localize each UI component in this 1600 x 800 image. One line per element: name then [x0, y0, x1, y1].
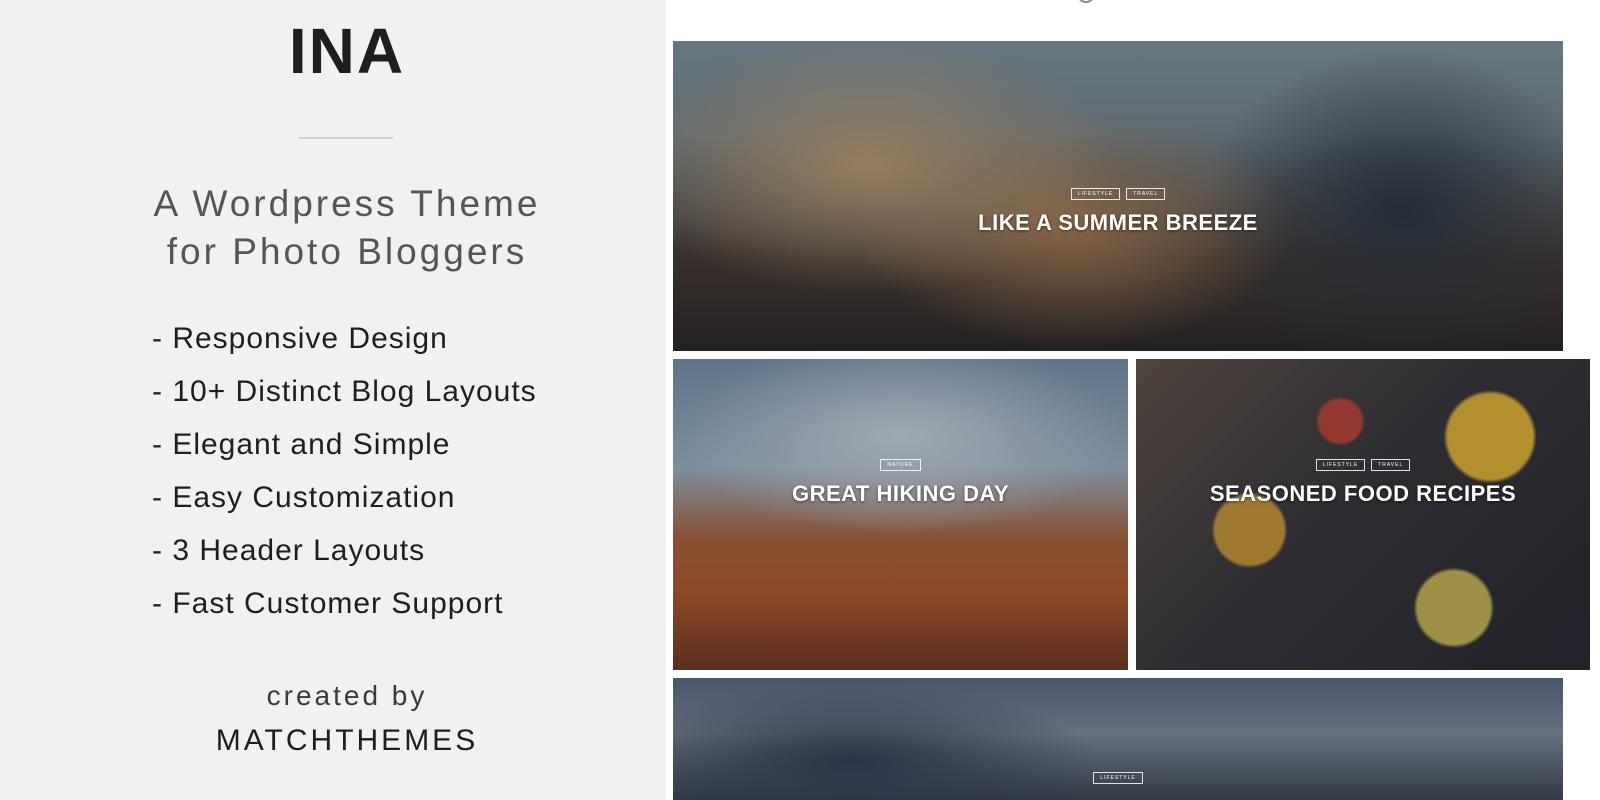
post-tag[interactable]: NATURE	[880, 459, 921, 471]
tagline-line-1: A Wordpress Theme	[153, 183, 541, 224]
feature-list: - Responsive Design - 10+ Distinct Blog …	[152, 312, 537, 630]
post-card[interactable]: NATURE GREAT HIKING DAY	[673, 359, 1128, 670]
feature-item: - Fast Customer Support	[152, 587, 504, 620]
post-meta: NATURE GREAT HIKING DAY	[673, 459, 1128, 507]
post-tag[interactable]: LIFESTYLE	[1093, 772, 1143, 784]
post-meta: LIFESTYLE	[673, 772, 1563, 784]
feature-item: - Easy Customization	[152, 481, 456, 514]
post-meta: LIFESTYLE TRAVEL LIKE A SUMMER BREEZE	[673, 188, 1563, 236]
post-title[interactable]: LIKE A SUMMER BREEZE	[673, 210, 1563, 236]
credit-label: created by	[266, 680, 428, 711]
feature-item: - Elegant and Simple	[152, 428, 451, 461]
post-title[interactable]: GREAT HIKING DAY	[673, 481, 1128, 507]
post-tags: NATURE	[673, 459, 1128, 471]
feature-item: - 10+ Distinct Blog Layouts	[152, 375, 537, 408]
post-card[interactable]: LIFESTYLE TRAVEL LIKE A SUMMER BREEZE	[673, 41, 1563, 351]
credit-name: MATCHTHEMES	[215, 724, 479, 757]
theme-preview: LIFESTYLE TRAVEL LIKE A SUMMER BREEZE NA…	[666, 0, 1600, 800]
feature-item: - Responsive Design	[152, 322, 448, 355]
post-tags: LIFESTYLE TRAVEL	[1136, 459, 1590, 471]
divider	[299, 137, 393, 139]
post-card[interactable]: LIFESTYLE	[673, 678, 1563, 800]
tagline-line-2: for Photo Bloggers	[166, 231, 528, 272]
tagline: A Wordpress Theme for Photo Bloggers	[0, 180, 694, 276]
post-tag[interactable]: LIFESTYLE	[1070, 188, 1121, 200]
post-card[interactable]: LIFESTYLE TRAVEL SEASONED FOOD RECIPES	[1136, 359, 1590, 670]
site-logo-icon	[1079, 0, 1093, 3]
post-tag[interactable]: TRAVEL	[1371, 459, 1411, 471]
post-tags: LIFESTYLE TRAVEL	[673, 188, 1563, 200]
post-tag[interactable]: TRAVEL	[1126, 188, 1166, 200]
feature-item: - 3 Header Layouts	[152, 534, 426, 567]
promo-panel: INA A Wordpress Theme for Photo Bloggers…	[0, 0, 666, 800]
post-tags: LIFESTYLE	[673, 772, 1563, 784]
theme-logo: INA	[288, 15, 406, 87]
post-title[interactable]: SEASONED FOOD RECIPES	[1136, 481, 1590, 507]
post-meta: LIFESTYLE TRAVEL SEASONED FOOD RECIPES	[1136, 459, 1590, 507]
post-tag[interactable]: LIFESTYLE	[1315, 459, 1366, 471]
